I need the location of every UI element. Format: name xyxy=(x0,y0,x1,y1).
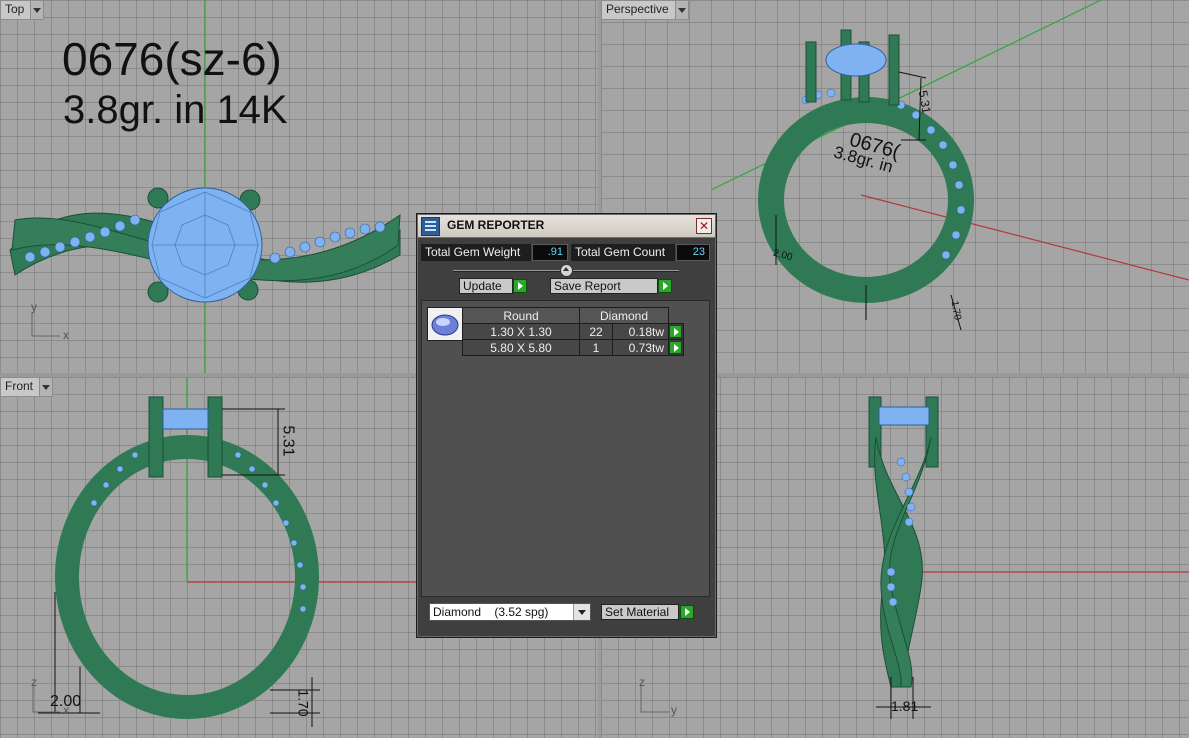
row-go-icon[interactable] xyxy=(669,325,682,338)
close-icon[interactable]: ✕ xyxy=(696,218,712,234)
viewport-title: Perspective xyxy=(606,2,669,16)
panel-titlebar[interactable]: GEM REPORTER ✕ xyxy=(418,215,715,238)
material-select[interactable]: Diamond (3.52 spg) xyxy=(429,603,591,621)
gem-reporter-app-icon xyxy=(421,217,440,236)
table-header-row: Round Diamond xyxy=(462,307,684,324)
axis-z-label: z xyxy=(639,675,645,689)
header-shape: Round xyxy=(462,307,580,324)
axis-y-label: y xyxy=(31,300,37,314)
gem-count: 22 xyxy=(579,323,613,340)
save-report-button[interactable]: Save Report xyxy=(550,278,658,294)
dropdown-arrow-icon[interactable] xyxy=(30,1,44,19)
viewport-label-front[interactable]: Front xyxy=(0,377,54,397)
gem-reporter-panel: GEM REPORTER ✕ Total Gem Weight .91 Tota… xyxy=(416,213,717,638)
center-stone-side xyxy=(878,406,930,426)
axis-indicator xyxy=(31,312,60,337)
viewport-label-perspective[interactable]: Perspective xyxy=(601,0,689,20)
ring-name-annotation: 0676(sz-6) xyxy=(62,33,282,85)
total-gem-weight-label: Total Gem Weight xyxy=(421,244,531,261)
ring-weight-annotation: 3.8gr. in 14K xyxy=(63,88,288,132)
viewport-title: Top xyxy=(5,2,25,16)
gem-carat: 0.73tw xyxy=(612,339,669,356)
dim-width-label: 1.81 xyxy=(891,698,919,714)
total-gem-weight-value[interactable]: .91 xyxy=(532,244,568,261)
table-row[interactable]: 1.30 X 1.30 22 0.18tw xyxy=(462,323,684,340)
update-go-icon[interactable] xyxy=(513,279,527,293)
center-stone-perspective xyxy=(825,43,887,77)
slider-handle[interactable] xyxy=(560,264,573,277)
total-gem-count-value[interactable]: 23 xyxy=(676,244,710,261)
gem-carat: 0.18tw xyxy=(612,323,669,340)
dim-height-label: 5.31 xyxy=(279,425,297,457)
dim-thick-label: 1.70 xyxy=(295,689,312,717)
round-gem-icon xyxy=(431,314,459,336)
row-go-icon[interactable] xyxy=(669,341,682,354)
viewport-title: Front xyxy=(5,379,34,393)
dropdown-arrow-icon[interactable] xyxy=(674,1,688,19)
ring-shank-side xyxy=(868,396,939,688)
panel-title: GEM REPORTER xyxy=(447,218,545,232)
header-material: Diamond xyxy=(579,307,669,324)
set-material-button[interactable]: Set Material xyxy=(601,604,679,620)
dropdown-arrow-icon[interactable] xyxy=(39,378,53,396)
table-row[interactable]: 5.80 X 5.80 1 0.73tw xyxy=(462,339,684,356)
material-select-value: Diamond (3.52 spg) xyxy=(433,605,549,619)
update-button[interactable]: Update xyxy=(459,278,513,294)
set-material-go-icon[interactable] xyxy=(680,605,694,619)
center-stone-front xyxy=(162,408,209,430)
axis-x-label: x xyxy=(63,328,69,342)
gem-size: 5.80 X 5.80 xyxy=(462,339,580,356)
gem-count: 1 xyxy=(579,339,613,356)
gem-list-area[interactable]: Round Diamond 1.30 X 1.30 22 0.18tw 5.80… xyxy=(421,300,710,597)
axis-indicator xyxy=(640,685,669,713)
axis-x-label: x xyxy=(63,703,69,717)
chevron-down-icon[interactable] xyxy=(573,604,590,620)
save-report-go-icon[interactable] xyxy=(658,279,672,293)
viewport-label-top[interactable]: Top xyxy=(0,0,45,20)
total-gem-count-label: Total Gem Count xyxy=(571,244,675,261)
gem-size: 1.30 X 1.30 xyxy=(462,323,580,340)
axis-z-label: z xyxy=(31,675,37,689)
gem-table: Round Diamond 1.30 X 1.30 22 0.18tw 5.80… xyxy=(462,307,684,356)
gem-thumbnail[interactable] xyxy=(427,307,463,341)
axis-y-label: y xyxy=(671,703,677,717)
